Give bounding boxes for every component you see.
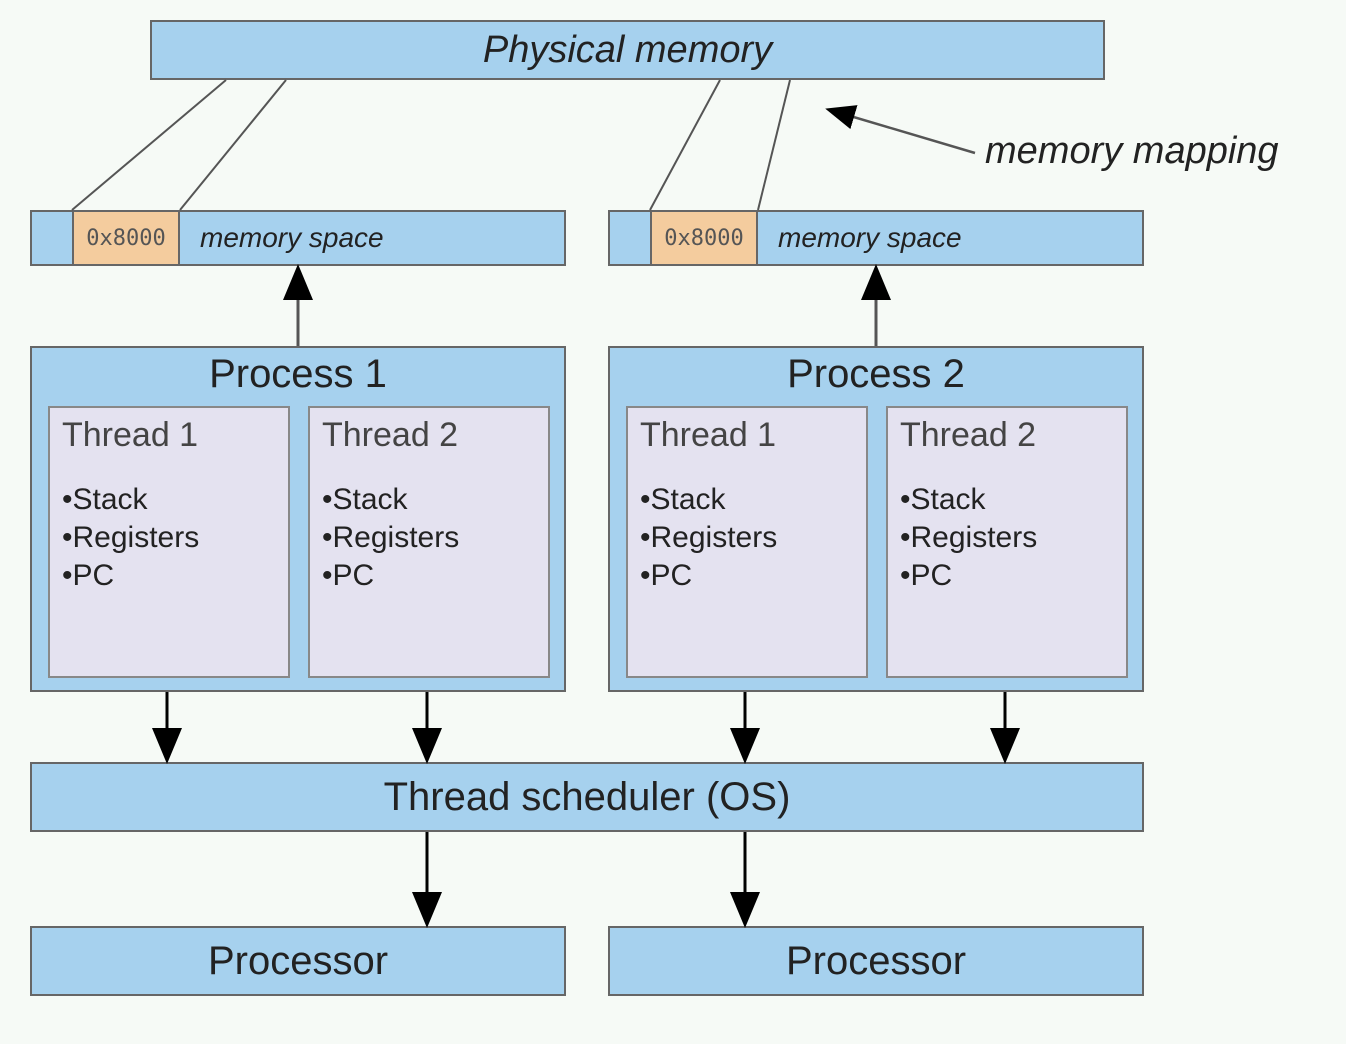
physical-memory-label: Physical memory [483, 29, 772, 72]
physical-memory-box: Physical memory [150, 20, 1105, 80]
process-2-title: Process 2 [610, 352, 1142, 397]
processor-1-label: Processor [208, 939, 388, 984]
p1-t2-item-1: •Registers [322, 521, 536, 555]
p2-t2-item-0: •Stack [900, 483, 1114, 517]
memory-addr-1: 0x8000 [72, 210, 180, 266]
process-1-thread-1: Thread 1 •Stack •Registers •PC [48, 406, 290, 678]
p2-t2-item-2: •PC [900, 559, 1114, 593]
memory-space-label-2: memory space [778, 222, 962, 254]
p1-t1-item-1: •Registers [62, 521, 276, 555]
p2-t1-title: Thread 1 [640, 416, 854, 455]
p1-t2-item-0: •Stack [322, 483, 536, 517]
p1-t1-item-0: •Stack [62, 483, 276, 517]
p2-t1-item-2: •PC [640, 559, 854, 593]
memory-space-label-1: memory space [200, 222, 384, 254]
process-2-thread-2: Thread 2 •Stack •Registers •PC [886, 406, 1128, 678]
processor-2-label: Processor [786, 939, 966, 984]
p1-t2-item-2: •PC [322, 559, 536, 593]
process-1-box: Process 1 Thread 1 •Stack •Registers •PC… [30, 346, 566, 692]
p2-t2-title: Thread 2 [900, 416, 1114, 455]
process-2-box: Process 2 Thread 1 •Stack •Registers •PC… [608, 346, 1144, 692]
thread-scheduler-box: Thread scheduler (OS) [30, 762, 1144, 832]
p2-t1-item-0: •Stack [640, 483, 854, 517]
process-1-title: Process 1 [32, 352, 564, 397]
scheduler-label: Thread scheduler (OS) [384, 775, 791, 820]
process-1-thread-2: Thread 2 •Stack •Registers •PC [308, 406, 550, 678]
p1-t1-item-2: •PC [62, 559, 276, 593]
p2-t1-item-1: •Registers [640, 521, 854, 555]
process-2-thread-1: Thread 1 •Stack •Registers •PC [626, 406, 868, 678]
p1-t2-title: Thread 2 [322, 416, 536, 455]
memory-addr-2: 0x8000 [650, 210, 758, 266]
p2-t2-item-1: •Registers [900, 521, 1114, 555]
addr-2-label: 0x8000 [664, 226, 743, 251]
processor-2-box: Processor [608, 926, 1144, 996]
addr-1-label: 0x8000 [86, 226, 165, 251]
p1-t1-title: Thread 1 [62, 416, 276, 455]
memory-mapping-annotation: memory mapping [985, 130, 1279, 173]
processor-1-box: Processor [30, 926, 566, 996]
